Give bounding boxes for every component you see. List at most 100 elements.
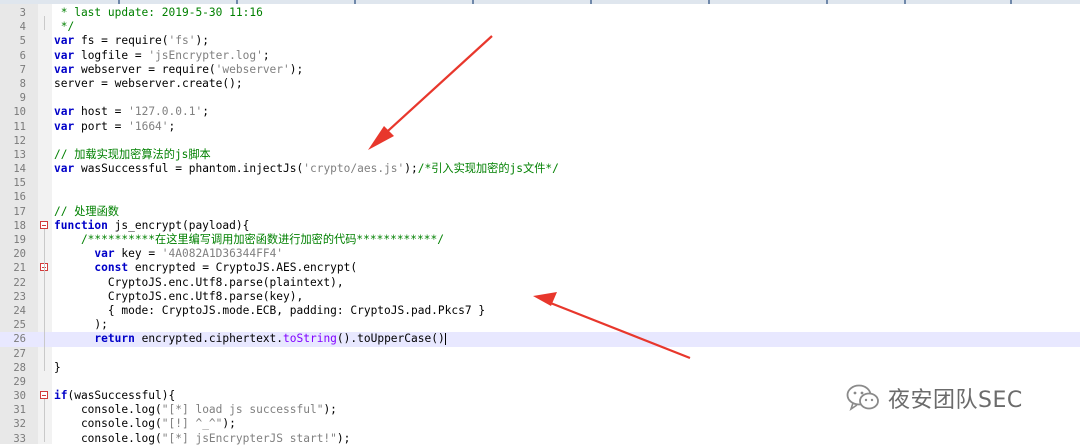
code-text: /**********在这里编写调用加密函数进行加密的代码***********…: [54, 233, 444, 247]
code-line[interactable]: 7 var webserver = require('webserver');: [0, 63, 1080, 77]
line-number: 31: [13, 404, 26, 417]
line-number: 10: [13, 106, 26, 119]
code-token: var: [54, 162, 75, 176]
code-token: );: [222, 417, 236, 431]
code-line[interactable]: 14 var wasSuccessful = phantom.injectJs('…: [0, 162, 1080, 176]
line-number: 12: [13, 134, 26, 147]
code-line[interactable]: 26 return encrypted.ciphertext.toString(…: [0, 332, 1080, 347]
code-text: var logfile = 'jsEncrypter.log';: [54, 49, 270, 63]
code-line[interactable]: 8 server = webserver.create();: [0, 77, 1080, 91]
code-text: */: [54, 20, 74, 34]
fold-guide: [44, 16, 45, 31]
code-token: encrypted.ciphertext.: [134, 332, 284, 346]
code-line[interactable]: 12: [0, 134, 1080, 148]
code-line[interactable]: 19 /**********在这里编写调用加密函数进行加密的代码********…: [0, 233, 1080, 247]
code-text: { mode: CryptoJS.mode.ECB, padding: Cryp…: [54, 304, 485, 318]
code-line[interactable]: 28}: [0, 361, 1080, 375]
code-token: var: [54, 62, 75, 76]
code-text: function js_encrypt(payload){: [54, 219, 249, 233]
tab-marker: [904, 0, 906, 4]
code-token: 'crypto/aes.js': [303, 162, 405, 176]
line-number: 32: [13, 418, 26, 431]
code-text: var webserver = require('webserver');: [54, 63, 303, 77]
line-number: 20: [13, 248, 26, 261]
code-line[interactable]: 6 var logfile = 'jsEncrypter.log';: [0, 49, 1080, 63]
code-token: * last update: 2019-5-30 11:16: [54, 6, 263, 19]
code-token: var: [54, 48, 75, 62]
code-line[interactable]: 5 var fs = require('fs');: [0, 34, 1080, 48]
code-line[interactable]: 11 var port = '1664';: [0, 120, 1080, 134]
code-line[interactable]: 13 // 加载实现加密算法的js脚本: [0, 148, 1080, 162]
fold-toggle-icon[interactable]: [40, 391, 48, 400]
code-line[interactable]: 25 );: [0, 318, 1080, 332]
code-token: );: [54, 318, 108, 332]
code-token: */: [54, 20, 75, 34]
code-text: var wasSuccessful = phantom.injectJs('cr…: [54, 162, 559, 176]
code-line[interactable]: 3 * last update: 2019-5-30 11:16: [0, 6, 1080, 20]
code-token: encrypted = CryptoJS.AES.encrypt(: [128, 261, 358, 275]
code-token: );: [336, 431, 351, 445]
code-text: }: [54, 361, 61, 375]
line-number: 30: [13, 390, 26, 403]
code-line[interactable]: 10 var host = '127.0.0.1';: [0, 105, 1080, 119]
line-number: 25: [13, 319, 26, 332]
code-line[interactable]: 17 // 处理函数: [0, 205, 1080, 219]
code-token: function: [54, 218, 108, 232]
code-token: key =: [114, 247, 162, 261]
code-text: server = webserver.create();: [54, 77, 243, 91]
code-line[interactable]: 22 CryptoJS.enc.Utf8.parse(plaintext),: [0, 276, 1080, 290]
code-line[interactable]: 23 CryptoJS.enc.Utf8.parse(key),: [0, 290, 1080, 304]
code-line[interactable]: 27: [0, 347, 1080, 361]
fold-guide: [44, 229, 45, 371]
code-token: const: [94, 261, 129, 275]
code-line[interactable]: 20 var key = '4A082A1D36344FF4': [0, 247, 1080, 261]
code-line[interactable]: 9: [0, 91, 1080, 105]
code-line[interactable]: 15: [0, 176, 1080, 190]
code-token: '4A082A1D36344FF4': [161, 247, 284, 261]
code-text: console.log("[*] load js successful");: [54, 403, 337, 417]
tab-marker: [590, 0, 592, 4]
code-token: );: [404, 162, 418, 176]
code-token: ().toUpperCase(): [336, 332, 445, 346]
code-token: '1664': [128, 119, 169, 133]
code-token: "[*] load js successful": [161, 403, 324, 417]
code-token: );: [323, 403, 337, 417]
tab-marker: [354, 0, 356, 4]
code-token: '127.0.0.1': [128, 105, 203, 119]
line-number: 26: [13, 333, 26, 346]
code-token: CryptoJS.enc.Utf8.parse(key),: [54, 289, 304, 303]
code-token: );: [289, 62, 304, 76]
code-token: var: [54, 119, 75, 133]
code-token: CryptoJS.enc.Utf8.parse(plaintext),: [54, 275, 344, 289]
code-token: logfile =: [74, 48, 149, 62]
code-line[interactable]: 16: [0, 190, 1080, 204]
code-token: if: [54, 389, 68, 403]
line-number: 22: [13, 276, 26, 289]
code-line[interactable]: 24 { mode: CryptoJS.mode.ECB, padding: C…: [0, 304, 1080, 318]
code-token: (wasSuccessful){: [67, 389, 176, 403]
code-text: * last update: 2019-5-30 11:16: [54, 6, 263, 20]
wechat-icon: [846, 384, 879, 411]
code-line[interactable]: 21 const encrypted = CryptoJS.AES.encryp…: [0, 261, 1080, 275]
code-line[interactable]: 18 function js_encrypt(payload){: [0, 219, 1080, 233]
code-token: webserver = require(: [74, 62, 216, 76]
code-token: "[*] jsEncrypterJS start!": [161, 431, 337, 445]
code-token: ;: [202, 105, 209, 119]
code-text: );: [54, 318, 108, 332]
code-line[interactable]: 4 */: [0, 20, 1080, 34]
line-number: 3: [19, 7, 26, 19]
line-number: 16: [13, 191, 26, 204]
watermark: 夜安团队SEC: [846, 380, 1023, 416]
code-text: CryptoJS.enc.Utf8.parse(plaintext),: [54, 276, 344, 290]
code-token: 'fs': [168, 34, 196, 48]
tab-marker: [236, 0, 238, 4]
code-token: );: [195, 34, 209, 48]
code-text: return encrypted.ciphertext.toString().t…: [54, 332, 446, 346]
code-token: host =: [74, 105, 129, 119]
line-number: 5: [19, 35, 26, 48]
code-token: toString: [283, 332, 337, 346]
code-token: { mode: CryptoJS.mode.ECB, padding: Cryp…: [54, 303, 486, 317]
code-text: if(wasSuccessful){: [54, 389, 175, 403]
code-line[interactable]: 32 console.log("[!] ^_^");: [0, 417, 1080, 431]
fold-toggle-icon[interactable]: [40, 220, 48, 229]
